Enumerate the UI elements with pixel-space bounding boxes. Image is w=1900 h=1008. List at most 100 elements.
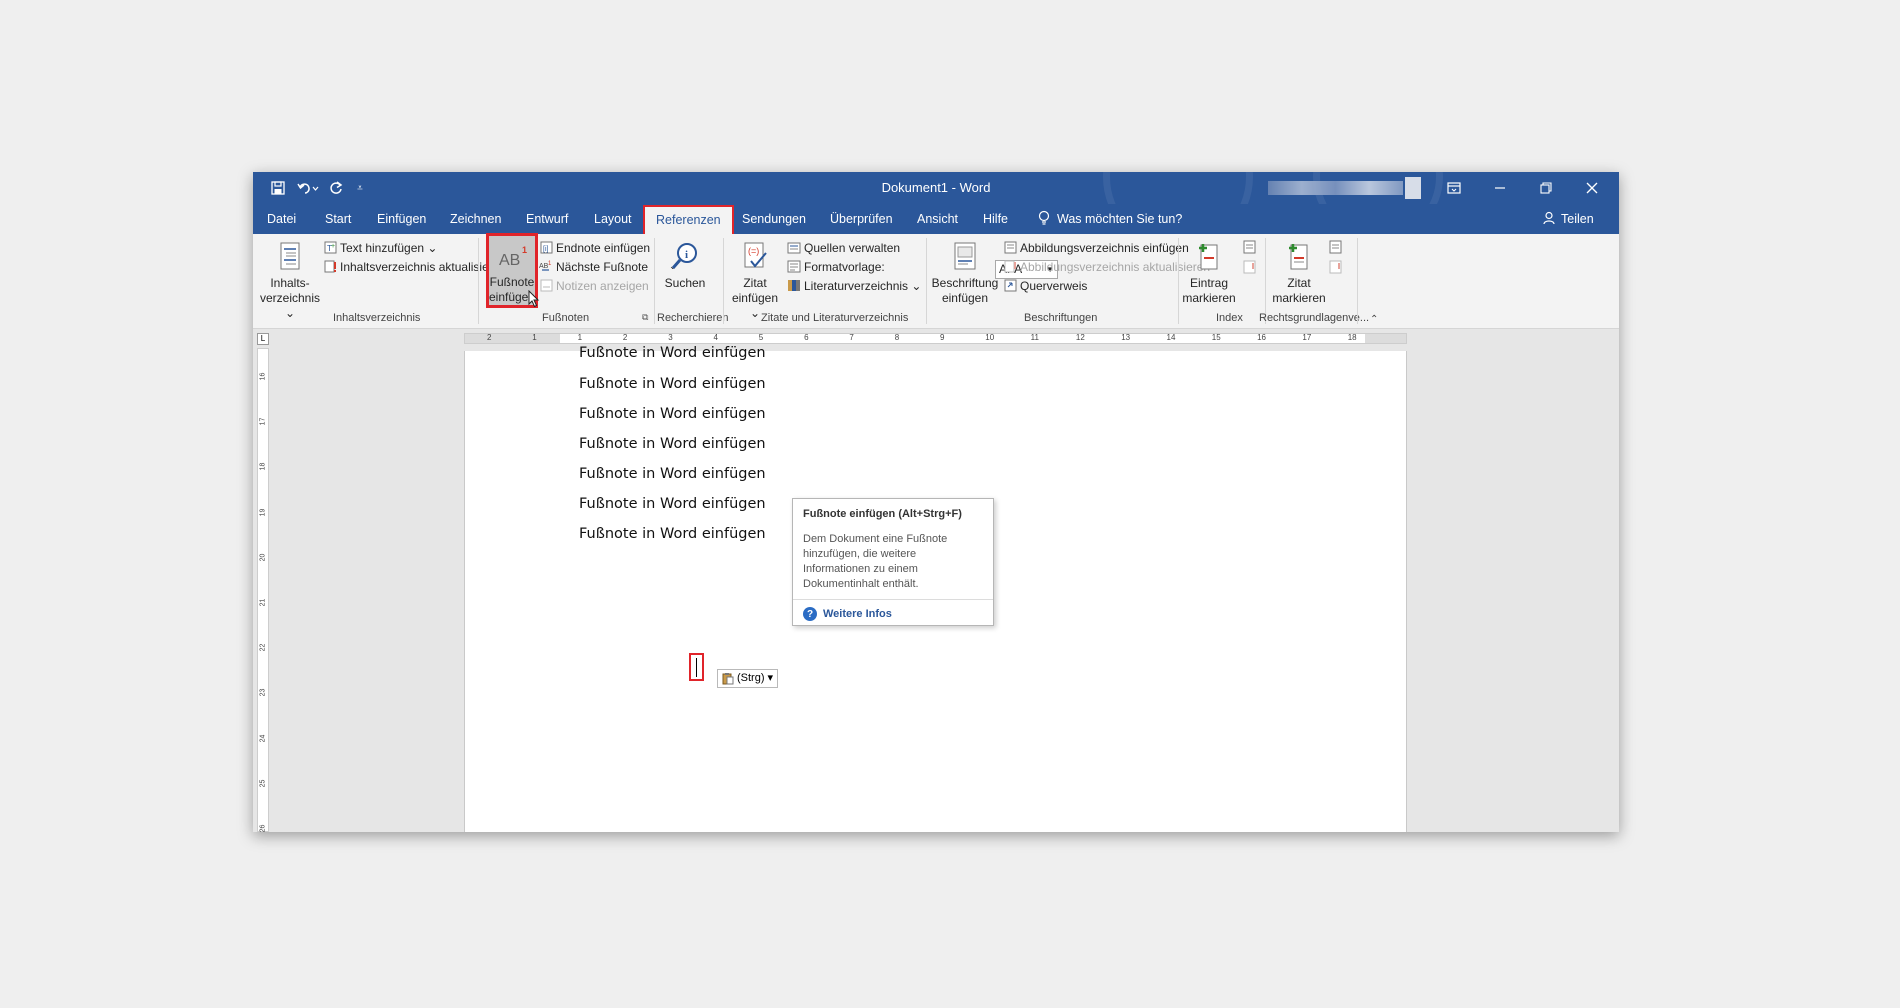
account-avatar[interactable] <box>1405 177 1421 199</box>
clipboard-icon <box>722 673 734 685</box>
document-line[interactable]: Fußnote in Word einfügen <box>579 376 766 392</box>
ruler-tick-label: 2 <box>622 333 628 342</box>
cross-reference-button[interactable]: Querverweis <box>1003 276 1087 295</box>
tab-start[interactable]: Start <box>325 204 351 234</box>
add-text-button[interactable]: T + Text hinzufügen ⌄ <box>323 238 437 257</box>
ruler-tick-label: 18 <box>1347 333 1357 342</box>
collapse-ribbon-icon[interactable]: ⌃ <box>1370 314 1378 325</box>
document-line[interactable]: Fußnote in Word einfügen <box>579 436 766 452</box>
ruler-tick-label: 26 <box>259 824 267 832</box>
insert-table-of-figures-label: Abbildungsverzeichnis einfügen <box>1020 240 1189 255</box>
show-notes-icon <box>539 279 553 293</box>
svg-text:1: 1 <box>548 261 552 267</box>
group-label-authorities: Rechtsgrundlagenve... <box>1259 312 1370 324</box>
insert-citation-label-1: Zitat <box>743 276 767 290</box>
tab-referenzen[interactable]: Referenzen <box>643 205 734 236</box>
mark-entry-button[interactable]: Eintrag markieren <box>1182 236 1236 306</box>
manage-sources-label: Quellen verwalten <box>804 240 901 255</box>
tab-einfuegen[interactable]: Einfügen <box>377 204 426 234</box>
toc-label-2: verzeichnis ⌄ <box>259 291 321 320</box>
ribbon-separator <box>926 238 927 324</box>
ruler-tick-label: 12 <box>1075 333 1085 342</box>
group-label-citations: Zitate und Literaturverzeichnis <box>761 312 909 324</box>
group-label-footnotes: Fußnoten <box>542 312 590 324</box>
update-table-of-figures-icon <box>1003 260 1017 274</box>
close-icon[interactable] <box>1569 172 1615 204</box>
restore-icon[interactable] <box>1523 172 1569 204</box>
group-label-toc: Inhaltsverzeichnis <box>333 312 421 324</box>
tab-ansicht[interactable]: Ansicht <box>917 204 958 234</box>
more-info-link[interactable]: ? Weitere Infos <box>803 607 892 621</box>
tab-zeichnen[interactable]: Zeichnen <box>450 204 501 234</box>
show-notes-label: Notizen anzeigen <box>556 278 649 293</box>
tooltip-divider <box>793 599 993 600</box>
tab-hilfe[interactable]: Hilfe <box>983 204 1008 234</box>
ruler-tick-label: 9 <box>940 333 945 342</box>
tab-datei[interactable]: Datei <box>267 204 296 234</box>
ruler-tick-label: 24 <box>259 734 267 742</box>
next-footnote-label: Nächste Fußnote <box>556 259 649 274</box>
svg-text:AB: AB <box>499 252 520 269</box>
footnote-tooltip: Fußnote einfügen (Alt+Strg+F) Dem Dokume… <box>792 498 994 626</box>
ruler-tick-label: 16 <box>1257 333 1266 342</box>
update-table-of-authorities-icon <box>1329 260 1342 277</box>
svg-text:+: + <box>331 243 335 250</box>
tab-ueberpruefen[interactable]: Überprüfen <box>830 204 893 234</box>
tooltip-description: Dem Dokument eine Fußnote hinzufügen, di… <box>803 533 948 590</box>
tooltip-title: Fußnote einfügen (Alt+Strg+F) <box>803 508 962 520</box>
vertical-ruler[interactable]: 16 17 18 19 20 21 22 23 24 25 26 <box>257 348 269 832</box>
ruler-tick-label: 1 <box>532 333 537 342</box>
ribbon-display-icon[interactable] <box>1431 172 1477 204</box>
help-icon: ? <box>803 607 817 621</box>
minimize-icon[interactable] <box>1477 172 1523 204</box>
group-label-research: Recherchieren <box>657 312 729 324</box>
lightbulb-icon <box>1038 210 1050 225</box>
manage-sources-icon <box>787 241 801 255</box>
ruler-tick-label: 25 <box>259 779 267 788</box>
update-table-label: Abbildungsverzeichnis aktualisieren <box>1020 259 1211 274</box>
svg-text:1: 1 <box>522 245 527 255</box>
footnote-ab1-icon: AB 1 <box>495 236 529 275</box>
insert-index-icon[interactable] <box>1243 240 1256 257</box>
manage-sources-button[interactable]: Quellen verwalten <box>787 238 900 257</box>
paste-options-label: (Strg) ▾ <box>737 672 774 684</box>
account-name-blurred[interactable] <box>1268 181 1403 195</box>
document-line[interactable]: Fußnote in Word einfügen <box>579 496 766 512</box>
next-footnote-button[interactable]: AB1 Nächste Fußnote ⌄ <box>539 257 677 276</box>
insert-citation-button[interactable]: (=) Zitat einfügen ⌄ <box>727 236 783 321</box>
add-text-icon: T + <box>323 241 337 255</box>
share-button[interactable]: Teilen <box>1543 204 1594 234</box>
insert-caption-button[interactable]: Beschriftung einfügen <box>931 236 999 306</box>
insert-table-of-authorities-icon[interactable] <box>1329 240 1342 257</box>
ribbon-tab-bar: Datei Start Einfügen Zeichnen Entwurf La… <box>253 204 1619 236</box>
tab-layout[interactable]: Layout <box>594 204 632 234</box>
ruler-tick-label: 17 <box>259 417 267 426</box>
ruler-tick-label: 5 <box>758 333 764 342</box>
mark-citation-icon <box>1286 236 1312 276</box>
search-button[interactable]: i Suchen <box>664 236 706 291</box>
bibliography-button[interactable]: Literaturverzeichnis ⌄ <box>787 276 921 295</box>
style-icon <box>787 260 801 274</box>
tab-selector[interactable]: L <box>257 333 269 345</box>
document-line[interactable]: Fußnote in Word einfügen <box>579 406 766 422</box>
insert-table-of-figures-button[interactable]: Abbildungsverzeichnis einfügen <box>1003 238 1189 257</box>
horizontal-ruler[interactable]: 2 1 1 2 3 4 5 6 7 8 9 10 11 12 13 14 15 16 17 18 <box>464 333 1407 344</box>
bibliography-label: Literaturverzeichnis ⌄ <box>804 278 922 293</box>
mark-citation-label-2: markieren <box>1272 291 1326 305</box>
document-line[interactable]: Fußnote in Word einfügen <box>579 466 766 482</box>
ribbon-separator <box>1357 238 1358 324</box>
document-line[interactable]: Fußnote in Word einfügen <box>579 345 766 361</box>
ruler-tick-label: 21 <box>259 598 267 607</box>
ruler-tick-label: 22 <box>259 643 267 652</box>
tab-entwurf[interactable]: Entwurf <box>526 204 568 234</box>
document-line[interactable]: Fußnote in Word einfügen <box>579 526 766 542</box>
ribbon-separator <box>723 238 724 324</box>
toc-button[interactable]: Inhalts- verzeichnis ⌄ <box>259 236 321 321</box>
tab-sendungen[interactable]: Sendungen <box>742 204 806 234</box>
mark-citation-button[interactable]: Zitat markieren <box>1272 236 1326 306</box>
tell-me-box[interactable]: Was möchten Sie tun? <box>1037 204 1182 234</box>
paste-options-button[interactable]: (Strg) ▾ <box>717 669 779 688</box>
endnote-icon: [i] <box>539 241 553 255</box>
insert-endnote-button[interactable]: [i] Endnote einfügen <box>539 238 650 257</box>
dialog-launcher-icon[interactable]: ⧉ <box>642 312 648 323</box>
